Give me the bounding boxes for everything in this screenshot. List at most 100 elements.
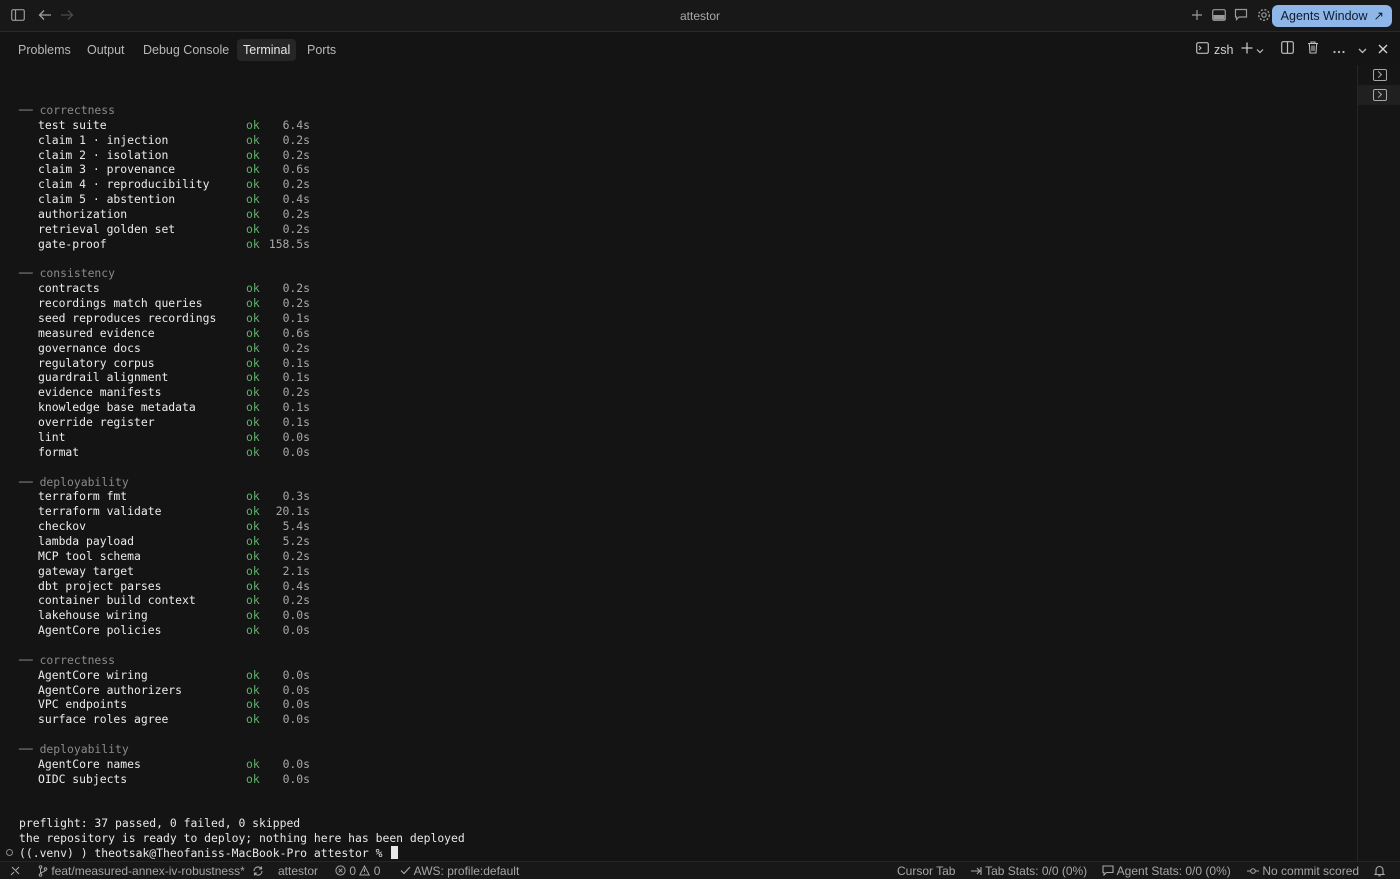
check-name: dbt project parses	[38, 578, 162, 593]
check-status: ok	[246, 400, 260, 415]
check-name: VPC endpoints	[38, 697, 128, 712]
check-status: ok	[246, 667, 260, 682]
check-row: lint ok 0.0s	[0, 430, 400, 445]
check-row: AgentCore names ok 0.0s	[0, 757, 400, 772]
commit-score[interactable]: No commit scored	[1247, 863, 1359, 879]
check-name: terraform fmt	[38, 489, 128, 504]
check-row: terraform fmt ok 0.3s	[0, 489, 400, 504]
tab-terminal[interactable]: Terminal	[237, 39, 297, 61]
check-status: ok	[246, 177, 260, 192]
check-row: claim 3 · provenance ok 0.6s	[0, 162, 400, 177]
check-name: lambda payload	[38, 533, 135, 548]
check-name: format	[38, 444, 80, 459]
check-row: recordings match queries ok 0.2s	[0, 296, 400, 311]
tab-output[interactable]: Output	[81, 39, 131, 61]
check-name: contracts	[38, 281, 100, 296]
check-row: lakehouse wiring ok 0.0s	[0, 608, 400, 623]
check-row: retrieval golden set ok 0.2s	[0, 222, 400, 237]
check-name: AgentCore authorizers	[38, 682, 183, 697]
error-icon	[335, 865, 346, 876]
check-duration: 0.2s	[282, 221, 310, 236]
aws-profile[interactable]: AWS: profile:default	[400, 863, 519, 879]
check-duration: 0.2s	[282, 147, 310, 162]
check-duration: 5.4s	[282, 519, 310, 534]
branch-indicator[interactable]: feat/measured-annex-iv-robustness*	[38, 863, 245, 879]
check-name: terraform validate	[38, 504, 162, 519]
terminal-instance-icon[interactable]	[1373, 69, 1387, 81]
check-name: checkov	[38, 519, 87, 534]
tab-problems[interactable]: Problems	[12, 39, 77, 61]
more-actions-button[interactable]	[1332, 41, 1346, 59]
check-row: claim 4 · reproducibility ok 0.2s	[0, 177, 400, 192]
check-duration: 0.4s	[282, 578, 310, 593]
check-duration: 0.0s	[282, 444, 310, 459]
check-status: ok	[246, 504, 260, 519]
check-row: AgentCore authorizers ok 0.0s	[0, 683, 400, 698]
check-duration: 0.2s	[282, 548, 310, 563]
agent-stats[interactable]: Agent Stats: 0/0 (0%)	[1102, 863, 1231, 879]
check-duration: 0.0s	[282, 429, 310, 444]
ready-message: the repository is ready to deploy; nothi…	[19, 831, 465, 846]
check-duration: 0.0s	[282, 623, 310, 638]
check-status: ok	[246, 415, 260, 430]
check-status: ok	[246, 236, 260, 251]
check-duration: 2.1s	[282, 563, 310, 578]
terminal-instance-icon[interactable]	[1373, 89, 1387, 101]
tab-ports[interactable]: Ports	[301, 39, 342, 61]
terminal-output[interactable]: ── correctness test suite ok 6.4s claim 1 · …	[0, 65, 1357, 861]
check-duration: 0.0s	[282, 608, 310, 623]
check-status: ok	[246, 697, 260, 712]
check-duration: 0.6s	[282, 325, 310, 340]
check-row: OIDC subjects ok 0.0s	[0, 772, 400, 787]
check-duration: 0.0s	[282, 682, 310, 697]
chat-icon[interactable]	[1233, 8, 1249, 24]
check-name: claim 5 · abstention	[38, 192, 176, 207]
new-terminal-button[interactable]	[1241, 41, 1269, 59]
remote-icon[interactable]	[10, 863, 20, 879]
text-cursor	[391, 846, 399, 859]
check-row: contracts ok 0.2s	[0, 281, 400, 296]
check-status: ok	[246, 162, 260, 177]
toggle-panel-icon[interactable]	[1211, 8, 1227, 24]
settings-gear-icon[interactable]	[1256, 8, 1272, 24]
tab-debug-console[interactable]: Debug Console	[137, 39, 235, 61]
tab-stats[interactable]: Tab Stats: 0/0 (0%)	[970, 863, 1087, 879]
section-header: ── deployability	[19, 474, 129, 489]
check-duration: 0.0s	[282, 712, 310, 727]
repo-name[interactable]: attestor	[278, 863, 318, 879]
check-duration: 0.2s	[282, 281, 310, 296]
commit-icon	[1247, 868, 1259, 874]
check-row: claim 1 · injection ok 0.2s	[0, 133, 400, 148]
check-duration: 0.2s	[282, 132, 310, 147]
kill-terminal-button[interactable]	[1306, 41, 1320, 59]
close-panel-button[interactable]	[1377, 41, 1389, 59]
new-icon[interactable]	[1189, 8, 1205, 24]
check-name: retrieval golden set	[38, 221, 176, 236]
check-name: AgentCore policies	[38, 623, 162, 638]
problems-indicator[interactable]: 0 0	[335, 863, 380, 879]
check-duration: 6.4s	[282, 117, 310, 132]
aws-profile-label: AWS: profile:default	[413, 864, 520, 878]
terminal-tabs-list	[1357, 65, 1400, 861]
check-status: ok	[246, 533, 260, 548]
cursor-tab-status[interactable]: Cursor Tab	[897, 863, 955, 879]
error-count: 0	[349, 864, 357, 878]
section-header: ── correctness	[19, 652, 116, 667]
check-status: ok	[246, 756, 260, 771]
sync-icon[interactable]	[252, 863, 264, 879]
check-row: override register ok 0.1s	[0, 415, 400, 430]
check-row: authorization ok 0.2s	[0, 207, 400, 222]
check-row: evidence manifests ok 0.2s	[0, 385, 400, 400]
terminal-shell-selector[interactable]: zsh	[1196, 41, 1233, 59]
ellipsis-icon	[1333, 42, 1345, 57]
check-duration: 0.0s	[282, 756, 310, 771]
check-name: measured evidence	[38, 325, 155, 340]
agents-window-button[interactable]: Agents Window ↗	[1271, 5, 1392, 27]
check-row: terraform validate ok 20.1s	[0, 504, 400, 519]
collapse-panel-button[interactable]	[1356, 41, 1368, 59]
check-name: container build context	[38, 593, 196, 608]
notifications-bell-icon[interactable]	[1373, 863, 1386, 879]
commit-score-label: No commit scored	[1262, 864, 1360, 878]
split-terminal-button[interactable]	[1280, 41, 1294, 59]
panel-tab-bar: Problems Output Debug Console Terminal P…	[0, 33, 1400, 65]
